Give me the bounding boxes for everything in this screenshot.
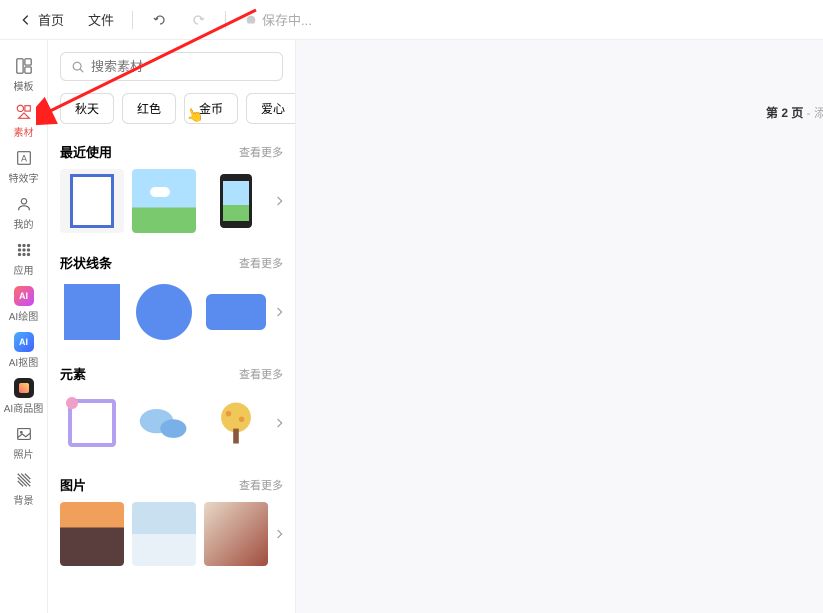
section-elements: 元素 查看更多 (60, 364, 283, 455)
page-indicator[interactable]: 第 2 页 - 添加页面标题 (766, 104, 823, 121)
saving-status: 保存中... (234, 4, 322, 35)
rail-textfx[interactable]: A 特效字 (2, 144, 46, 188)
undo-button[interactable] (141, 6, 177, 34)
recent-next[interactable] (276, 194, 284, 208)
elements-title: 元素 (60, 364, 86, 383)
tag-autumn[interactable]: 秋天 (60, 93, 114, 124)
aiproduct-icon (14, 378, 34, 398)
thumb-el-bubble[interactable] (132, 391, 196, 455)
thumb-pic-ice[interactable] (132, 502, 196, 566)
user-icon (14, 194, 34, 214)
thumb-el-tree[interactable] (204, 391, 268, 455)
thumb-recent-frame[interactable] (60, 169, 124, 233)
thumb-recent-sky[interactable] (132, 169, 196, 233)
rail-aicutout[interactable]: AI AI抠图 (2, 328, 46, 372)
tag-heart[interactable]: 爱心 (246, 93, 296, 124)
elements-more[interactable]: 查看更多 (239, 366, 283, 382)
left-rail: 模板 素材 A 特效字 我的 应用 AI AI绘图 AI AI抠图 AI商品图 (0, 40, 48, 613)
thumb-pic-person[interactable] (204, 502, 268, 566)
tag-red[interactable]: 红色 (122, 93, 176, 124)
thumb-pic-sunset[interactable] (60, 502, 124, 566)
template-icon (14, 56, 34, 76)
shapes-next[interactable] (276, 305, 284, 319)
section-pics: 图片 查看更多 (60, 475, 283, 566)
thumb-shape-square[interactable] (60, 280, 124, 344)
aicutout-icon: AI (14, 332, 34, 352)
recent-title: 最近使用 (60, 142, 112, 161)
aidraw-icon: AI (14, 286, 34, 306)
search-icon (71, 60, 85, 74)
chevron-left-icon (18, 12, 34, 28)
rail-mine[interactable]: 我的 (2, 190, 46, 234)
thumb-shape-roundrect[interactable] (204, 280, 268, 344)
shapes-title: 形状线条 (60, 253, 112, 272)
apps-icon (14, 240, 34, 260)
search-box[interactable] (60, 52, 283, 81)
search-input[interactable] (91, 59, 272, 74)
saving-label: 保存中... (262, 10, 312, 29)
tag-row: 秋天 红色 金币 爱心 👆 (60, 93, 283, 124)
text-icon: A (14, 148, 34, 168)
file-menu[interactable]: 文件 (78, 4, 124, 35)
assets-panel: 秋天 红色 金币 爱心 👆 最近使用 查看更多 形状线条 (48, 40, 296, 613)
rail-apps[interactable]: 应用 (2, 236, 46, 280)
pics-title: 图片 (60, 475, 86, 494)
divider (225, 11, 226, 29)
shapes-more[interactable]: 查看更多 (239, 255, 283, 271)
pics-next[interactable] (276, 527, 284, 541)
divider (132, 11, 133, 29)
back-button[interactable]: 首页 (8, 4, 74, 35)
pics-more[interactable]: 查看更多 (239, 477, 283, 493)
bg-icon (14, 470, 34, 490)
thumb-shape-circle[interactable] (132, 280, 196, 344)
canvas-area[interactable]: 第 2 页 - 添加页面标题 西安 这座古老的城市 见证了中国几千年的历史变迁 … (296, 40, 823, 613)
recent-more[interactable]: 查看更多 (239, 144, 283, 160)
thumb-el-frame[interactable] (60, 391, 124, 455)
assets-icon (14, 102, 34, 122)
section-recent: 最近使用 查看更多 (60, 142, 283, 233)
elements-next[interactable] (276, 416, 284, 430)
rail-photo[interactable]: 照片 (2, 420, 46, 464)
thumb-recent-phone[interactable] (204, 169, 268, 233)
rail-bg[interactable]: 背景 (2, 466, 46, 510)
rail-assets[interactable]: 素材 (2, 98, 46, 142)
rail-aidraw[interactable]: AI AI绘图 (2, 282, 46, 326)
photo-icon (14, 424, 34, 444)
home-label: 首页 (38, 10, 64, 29)
rail-template[interactable]: 模板 (2, 52, 46, 96)
section-shapes: 形状线条 查看更多 (60, 253, 283, 344)
redo-button[interactable] (181, 6, 217, 34)
svg-text:A: A (20, 153, 26, 163)
rail-aiproduct[interactable]: AI商品图 (2, 374, 46, 418)
